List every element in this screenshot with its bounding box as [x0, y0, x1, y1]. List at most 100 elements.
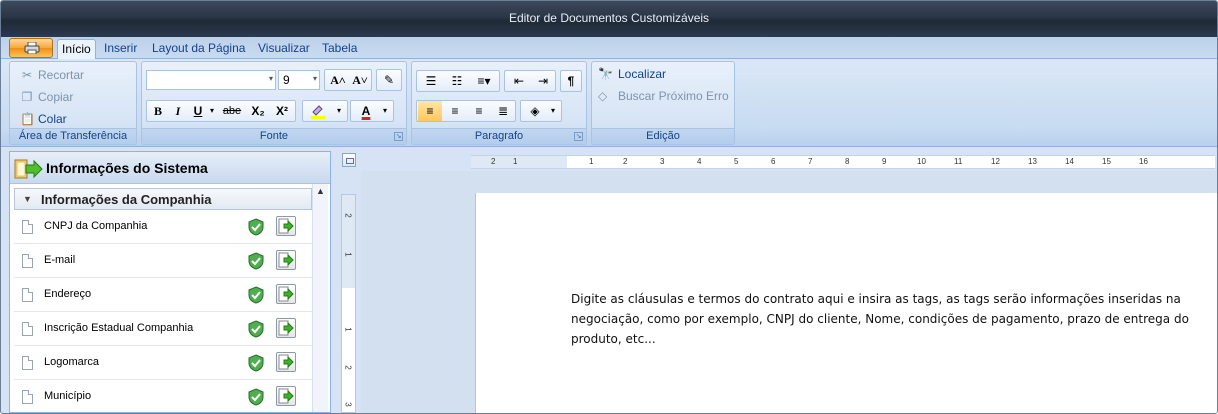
paragraph-group: ☰ ☷ ≡▾ ⇤ ⇥ ¶ ≡ ≡ ≡ ≣ ◈ ▾ Paragrafo ↘ [411, 61, 587, 145]
subscript-button[interactable]: X₂ [247, 101, 269, 121]
cut-button[interactable]: ✂ Recortar [22, 66, 85, 84]
tab-layout-da-pagina[interactable]: Layout da Página [148, 39, 249, 59]
justify-icon[interactable]: ≣ [491, 101, 515, 121]
shading-button[interactable]: ◈ ▾ [520, 100, 562, 122]
font-group: ▾ 9 ▾ A˄ A˅ ✎ B I U ▾ abe X₂ X² ▾ A ▾ Fo… [141, 61, 407, 145]
list-item: Logomarca [14, 346, 312, 380]
underline-button[interactable]: U [189, 101, 207, 121]
company-info-group-header[interactable]: ▼ Informações da Companhia [14, 188, 312, 210]
ruler-label: 1 [343, 327, 353, 332]
tab-tabela[interactable]: Tabela [318, 39, 361, 59]
strikethrough-button[interactable]: abe [219, 101, 245, 121]
font-size-value: 9 [283, 73, 290, 87]
ribbon: ✂ Recortar ❐ Copiar 📋 Colar Área de Tran… [1, 59, 1217, 147]
tab-inserir[interactable]: Inserir [100, 39, 141, 59]
font-size-combo[interactable]: 9 ▾ [278, 70, 320, 90]
multilevel-list-icon[interactable]: ≡▾ [471, 71, 497, 91]
paragraph-dialog-launcher[interactable]: ↘ [574, 132, 583, 141]
paste-button[interactable]: 📋 Colar [20, 110, 67, 128]
document-icon [22, 390, 33, 404]
app-window: Editor de Documentos Customizáveis Iníci… [0, 0, 1218, 414]
list-item: Inscrição Estadual Companhia [14, 312, 312, 346]
insert-tag-button[interactable] [276, 318, 296, 338]
align-center-icon[interactable]: ≡ [443, 101, 467, 121]
document-body-text[interactable]: Digite as cláusulas e termos do contrato… [571, 289, 1207, 349]
chevron-down-icon: ▾ [268, 74, 273, 83]
scroll-up-icon[interactable]: ▲ [316, 186, 325, 196]
font-name-combo[interactable]: ▾ [146, 70, 276, 90]
editing-group-label: Edição [592, 128, 734, 144]
tab-visualizar[interactable]: Visualizar [254, 39, 314, 59]
document-icon [22, 288, 33, 302]
italic-button[interactable]: I [169, 101, 187, 121]
insert-tag-button[interactable] [276, 284, 296, 304]
clipboard-group: ✂ Recortar ❐ Copiar 📋 Colar Área de Tran… [9, 61, 137, 145]
shrink-font-button[interactable]: A˅ [349, 70, 371, 90]
green-arrow-icon [278, 388, 294, 404]
chevron-down-icon: ▾ [312, 74, 317, 83]
horizontal-ruler: 2 1 1 2 3 4 5 6 7 8 9 10 11 12 13 14 15 … [471, 155, 1215, 169]
paint-bucket-icon: ◈ [530, 104, 540, 118]
font-dialog-launcher[interactable]: ↘ [394, 132, 403, 141]
clipboard-group-label: Área de Transferência [10, 128, 136, 144]
system-info-panel: Informações do Sistema ▼ Informações da … [9, 151, 331, 413]
grow-font-button[interactable]: A˄ [327, 70, 349, 90]
paste-label: Colar [38, 112, 67, 126]
vertical-ruler: 2 1 1 2 3 [341, 194, 356, 413]
ruler-label: 12 [991, 157, 1000, 166]
ruler-label: 9 [882, 157, 887, 166]
numbered-list-icon[interactable]: ☷ [445, 71, 469, 91]
copy-button[interactable]: ❐ Copiar [22, 88, 74, 106]
clear-format-button[interactable]: ✎ [376, 69, 402, 91]
find-label: Localizar [618, 67, 667, 81]
ruler-label: 1 [513, 157, 518, 166]
insert-tag-button[interactable] [276, 216, 296, 236]
editing-group: 🔭 Localizar ◇ Buscar Próximo Erro Edição [591, 61, 735, 145]
eraser-icon: ◇ [598, 89, 608, 103]
insert-tag-button[interactable] [276, 352, 296, 372]
panel-scrollbar[interactable]: ▲ [312, 184, 328, 412]
ruler-label: 5 [734, 157, 739, 166]
ruler-label: 16 [1139, 157, 1148, 166]
tab-inicio[interactable]: Início [57, 39, 96, 60]
find-next-error-label: Buscar Próximo Erro [618, 89, 729, 103]
application-menu-button[interactable] [9, 38, 53, 58]
increase-indent-icon[interactable]: ⇥ [531, 71, 555, 91]
list-item-label: CNPJ da Companhia [44, 220, 148, 232]
bold-button[interactable]: B [149, 101, 167, 121]
alignment-buttons: ≡ ≡ ≡ ≣ [416, 100, 516, 122]
chevron-down-icon[interactable]: ▾ [207, 101, 217, 121]
bullet-list-icon[interactable]: ☰ [419, 71, 443, 91]
ruler-label: 1 [343, 252, 353, 257]
system-info-list: ▼ Informações da Companhia CNPJ da Compa… [14, 188, 312, 413]
document-icon [22, 254, 33, 268]
highlight-color-button[interactable]: ▾ [302, 100, 348, 122]
decrease-indent-icon[interactable]: ⇤ [507, 71, 531, 91]
copy-icon: ❐ [21, 90, 33, 104]
find-next-error-button[interactable]: ◇ Buscar Próximo Erro [598, 87, 729, 105]
list-item-label: Endereço [44, 288, 92, 300]
insert-tag-button[interactable] [276, 386, 296, 406]
list-item-label: Município [44, 390, 92, 402]
find-button[interactable]: 🔭 Localizar [598, 65, 667, 83]
green-arrow-icon [278, 252, 294, 268]
green-arrow-icon [278, 320, 294, 336]
binoculars-icon: 🔭 [598, 67, 613, 81]
align-right-icon[interactable]: ≡ [467, 101, 491, 121]
ribbon-tab-strip: Início Inserir Layout da Página Visualiz… [1, 37, 1217, 60]
collapse-triangle-icon: ▼ [23, 194, 32, 204]
ruler-label: 1 [589, 157, 594, 166]
cut-label: Recortar [38, 68, 85, 82]
font-color-button[interactable]: A ▾ [350, 100, 394, 122]
show-formatting-button[interactable]: ¶ [560, 70, 582, 92]
printer-icon [24, 42, 40, 54]
collapse-panel-button[interactable] [342, 153, 356, 167]
list-item: Município [14, 380, 312, 413]
document-page[interactable]: Digite as cláusulas e termos do contrato… [475, 193, 1217, 413]
ruler-label: 11 [954, 157, 963, 166]
superscript-button[interactable]: X² [271, 101, 293, 121]
document-icon [22, 322, 33, 336]
shield-check-icon [248, 320, 264, 338]
insert-tag-button[interactable] [276, 250, 296, 270]
align-left-icon[interactable]: ≡ [418, 101, 442, 121]
